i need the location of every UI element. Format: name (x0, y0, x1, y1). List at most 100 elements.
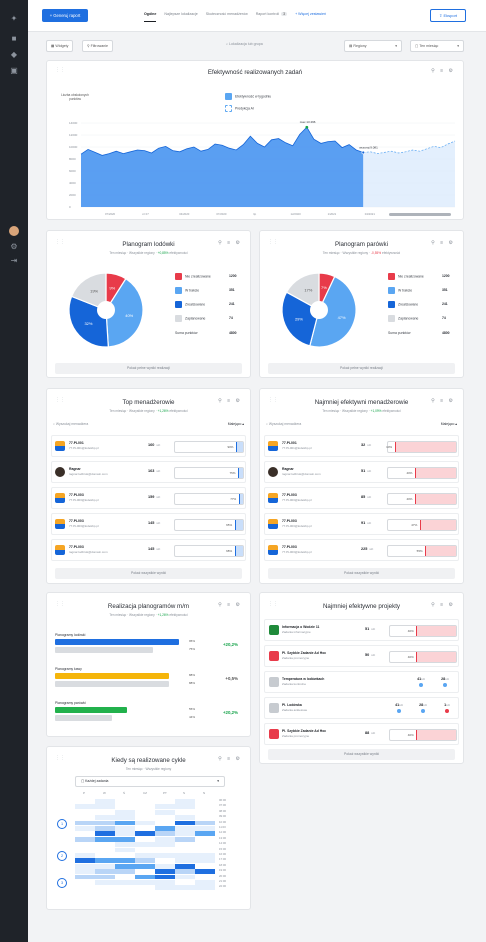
gear-icon[interactable]: ⚙ (236, 398, 242, 404)
heatmap-cell[interactable] (115, 842, 135, 847)
table-row[interactable]: 77.PL003 77.PL003@lodekbp.pl 225 szt 55% (264, 539, 459, 561)
current-month-bar[interactable] (55, 673, 170, 679)
table-row[interactable]: Temperatura w lodówkach Zadania kontrolne… (264, 671, 459, 693)
heatmap-cell[interactable] (95, 874, 115, 880)
dashboard-icon[interactable]: ◆ (9, 50, 19, 60)
heatmap-cell[interactable] (155, 847, 175, 853)
heatmap-cell[interactable] (115, 815, 135, 820)
table-row[interactable]: 77.PL001 77.PL001@lodekbp.pl 160 szt 90% (51, 435, 246, 457)
menu-icon[interactable]: ≡ (227, 756, 232, 762)
heatmap-cell[interactable] (135, 831, 155, 837)
table-row[interactable]: Pl. Szybkie Zadanie Ad Hoc Zadania promoc… (264, 645, 459, 667)
heatmap-cell[interactable] (175, 809, 195, 815)
heatmap-cell[interactable] (95, 885, 115, 891)
location-search[interactable]: ⌕ Lokalizacja lub grupa (226, 42, 263, 46)
heatmap-cell[interactable] (135, 863, 155, 869)
heatmap-cell[interactable] (155, 874, 175, 880)
filter-icon[interactable]: ⚲ (431, 602, 437, 608)
heatmap-cell[interactable] (75, 809, 95, 815)
heatmap-cell[interactable] (195, 809, 215, 815)
gear-icon[interactable]: ⚙ (449, 240, 455, 246)
gear-icon[interactable]: ⚙ (236, 756, 242, 762)
logout-icon[interactable]: ⇥ (9, 256, 19, 266)
heatmap-cell[interactable] (95, 820, 115, 826)
heatmap-cell[interactable] (135, 809, 155, 815)
heatmap-cell[interactable] (115, 869, 135, 874)
heatmap-cell[interactable] (155, 842, 175, 847)
legend-item[interactable]: Nie zrealizowane (175, 273, 211, 280)
avatar[interactable] (9, 226, 19, 236)
tab-manager-effectiveness[interactable]: Skuteczność menadżerów (206, 12, 248, 22)
heatmap-cell[interactable] (175, 885, 195, 891)
heatmap-cell[interactable] (115, 799, 135, 804)
heatmap-cell[interactable] (95, 842, 115, 847)
heatmap-cell[interactable] (195, 815, 215, 820)
manager-search[interactable]: ⌕ Wyszukaj menadżera Malejąco ▴ (53, 422, 244, 432)
heatmap-cell[interactable] (155, 831, 175, 837)
heatmap-cell[interactable] (95, 847, 115, 853)
heatmap-cell[interactable] (135, 799, 155, 804)
table-row[interactable]: Ragnar ragnar.lodbrok@domain.com 163 szt 75% (51, 461, 246, 483)
heatmap-cell[interactable] (75, 836, 95, 842)
table-row[interactable]: Informacja o Wodzie 11 Zadania informacyj… (264, 619, 459, 641)
heatmap-cell[interactable] (155, 804, 175, 810)
heatmap-cell[interactable] (195, 874, 215, 880)
table-row[interactable]: Ragnar ragnar.lodbrok@domain.com 51 szt 40% (264, 461, 459, 483)
heatmap-cell[interactable] (95, 831, 115, 837)
heatmap-cell[interactable] (195, 831, 215, 837)
heatmap-cell[interactable] (195, 820, 215, 826)
heatmap-cell[interactable] (75, 815, 95, 820)
filter-icon[interactable]: ⚲ (218, 602, 224, 608)
heatmap-cell[interactable] (175, 874, 195, 880)
heatmap-cell[interactable] (75, 804, 95, 810)
heatmap-cell[interactable] (75, 831, 95, 837)
heatmap-cell[interactable] (115, 874, 135, 880)
period-select[interactable]: ▢ Ten miesiąc ▾ (410, 40, 464, 52)
gear-icon[interactable]: ⚙ (236, 240, 242, 246)
heatmap-cell[interactable] (115, 863, 135, 869)
sort-toggle[interactable]: Malejąco ▴ (441, 422, 457, 426)
table-row[interactable]: 77.PL003 77.PL003@lodekbp.pl 145 szt 65% (51, 513, 246, 535)
heatmap-cell[interactable] (135, 820, 155, 826)
heatmap-cell[interactable] (95, 853, 115, 858)
legend-prediction[interactable]: Predykcja AI (225, 105, 254, 112)
tab-best-locations[interactable]: Najlepsze lokalizacje (164, 12, 197, 22)
heatmap-cell[interactable] (195, 853, 215, 858)
heatmap-cell[interactable] (95, 880, 115, 885)
menu-icon[interactable]: ≡ (227, 240, 232, 246)
heatmap-cell[interactable] (155, 809, 175, 815)
legend-item[interactable]: W trakcie (175, 287, 199, 294)
heatmap-cell[interactable] (115, 809, 135, 815)
table-row[interactable]: 77.PL001 77.PL001@lodekbp.pl 32 szt 10% (264, 435, 459, 457)
show-all-results-button[interactable]: Pokaż wszystkie wyniki (268, 568, 455, 579)
heatmap-cell[interactable] (155, 869, 175, 874)
menu-icon[interactable]: ≡ (227, 398, 232, 404)
heatmap-cell[interactable] (75, 853, 95, 858)
current-month-bar[interactable] (55, 707, 127, 713)
filter-icon[interactable]: ⚲ (218, 398, 224, 404)
filter-icon[interactable]: ⚲ (431, 240, 437, 246)
reports-icon[interactable]: ▣ (9, 66, 19, 76)
table-row[interactable]: 77.PL003 ragnar.lodbrok@domain.com 145 szt 6… (51, 539, 246, 561)
heatmap-cell[interactable] (195, 880, 215, 885)
filter-icon[interactable]: ⚲ (431, 68, 437, 74)
heatmap-cell[interactable] (135, 874, 155, 880)
heatmap-cell[interactable] (75, 885, 95, 891)
heatmap-cell[interactable] (115, 885, 135, 891)
regions-select[interactable]: ▤ Regiony ▾ (344, 40, 402, 52)
heatmap-cell[interactable] (155, 863, 175, 869)
filter-icon[interactable]: ⚲ (431, 398, 437, 404)
heatmap-cell[interactable] (135, 885, 155, 891)
heatmap-cell[interactable] (195, 885, 215, 891)
heatmap-cell[interactable] (75, 874, 95, 880)
heatmap-cell[interactable] (115, 820, 135, 826)
table-row[interactable]: 77.PL003 77.PL003@lodekbp.pl 91 szt 47% (264, 513, 459, 535)
heatmap-cell[interactable] (195, 847, 215, 853)
heatmap-cell[interactable] (135, 847, 155, 853)
tab-general[interactable]: Ogólne (144, 12, 157, 22)
heatmap-cell[interactable] (135, 869, 155, 874)
show-realization-button[interactable]: Pokaż pełne wyniki realizacji (55, 363, 242, 374)
filter-icon[interactable]: ⚲ (218, 756, 224, 762)
current-marker[interactable] (361, 150, 365, 155)
heatmap-cell[interactable] (75, 858, 95, 864)
